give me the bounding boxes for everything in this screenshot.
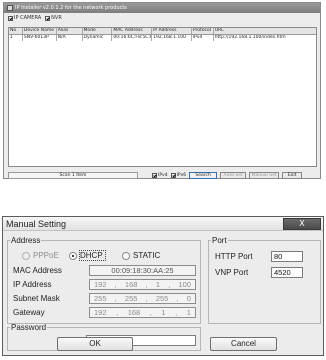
ip-octet-4: 100 [178,280,191,289]
cell-alias: N/A [57,35,83,41]
cell-url: http://192.168.1.100/index.htm [214,35,286,40]
http-port-input[interactable]: 80 [271,251,303,262]
installer-titlebar: IP Installer v2.0.1.2 for the network pr… [4,3,320,13]
ip-version-options: IPv4 IPv6 [152,172,186,178]
checkbox-checked-icon [170,172,176,178]
cancel-button[interactable]: Cancel [210,337,277,351]
gateway-octet-4: 1 [186,308,191,317]
static-label: STATIC [133,251,161,260]
http-port-label: HTTP Port [215,252,253,261]
app-icon [7,5,13,11]
col-protocol[interactable]: Protocol [192,28,214,34]
ok-button[interactable]: OK [57,337,133,351]
col-device-name[interactable]: Device Name [23,28,57,34]
cell-mac-address: 00:16:6C:F8:5C:F7 [113,35,153,41]
dot: , [149,308,152,317]
subnet-mask-field[interactable]: 255, 255, 255, 0 [89,293,196,304]
vnp-port-label: VNP Port [215,268,249,277]
port-group-label: Port [212,236,227,245]
subnet-octet-1: 255 [94,294,107,303]
dot: , [114,294,117,303]
col-url[interactable]: URL [214,28,316,34]
scan-status: Scan 1 Item [8,171,138,179]
mac-address-label: MAC Address [13,266,62,275]
checkbox-checked-icon [45,15,51,21]
gateway-octet-3: 1 [161,308,166,317]
checkbox-checked-icon [152,172,157,178]
auto-set-button[interactable]: Auto Set [220,171,247,179]
col-no[interactable]: No [9,28,23,34]
ip-installer-window: IP Installer v2.0.1.2 for the network pr… [3,2,321,179]
dialog-title: Manual Setting [6,218,67,229]
col-alias[interactable]: Alias [57,28,83,34]
subnet-mask-label: Subnet Mask [13,294,60,303]
cell-protocol: IPv4 [192,35,214,41]
gateway-label: Gateway [13,308,45,317]
dhcp-radio[interactable] [69,252,77,260]
device-table-header: No Device Name Alias Mode MAC Address IP… [9,28,316,35]
exit-button[interactable]: Exit [282,171,303,179]
static-radio[interactable] [122,252,130,260]
dot: , [145,280,148,289]
col-ip-address[interactable]: IP Address [152,28,192,34]
col-mac-address[interactable]: MAC Address [112,28,153,34]
mac-address-field: 00:09:18:30:AA:25 [89,265,196,276]
ip-octet-2: 168 [124,280,138,289]
port-group: Port [208,236,321,324]
gateway-octet-1: 192 [94,308,107,317]
cell-no: 1 [9,35,23,41]
dhcp-label: DHCP [80,251,103,260]
installer-statusbar: Scan 1 Item IPv4 IPv6 Search Auto Set Ma… [8,171,317,179]
cell-device-name: SNV-6013P [23,35,57,41]
installer-title: IP Installer v2.0.1.2 for the network pr… [15,5,127,11]
dialog-titlebar: Manual Setting [3,217,323,231]
manual-set-button[interactable]: Manual Set [249,171,280,179]
dot: , [168,280,171,289]
col-mode[interactable]: Mode [83,28,113,34]
pppoe-label: PPPoE [33,251,59,260]
vnp-port-input[interactable]: 4520 [271,267,303,278]
subnet-octet-2: 255 [124,294,138,303]
close-icon: X [299,219,305,228]
device-table: No Device Name Alias Mode MAC Address IP… [8,27,317,167]
ip-camera-checkbox[interactable]: IP CAMERA [8,15,41,21]
dot: , [116,308,119,317]
dot: , [114,280,117,289]
cell-ip-address: 192.168.1.100 [152,35,192,41]
search-button[interactable]: Search [189,171,218,179]
address-group-label: Address [11,236,41,245]
manual-setting-dialog: Manual Setting X Address PPPoE DHCP STAT… [2,216,324,356]
pppoe-radio[interactable] [22,252,30,260]
table-row[interactable]: 1 SNV-6013P N/A Dynamic 00:16:6C:F8:5C:F… [9,35,316,41]
dot: , [176,294,179,303]
nvr-checkbox[interactable]: NVR [45,15,62,21]
ipv4-checkbox[interactable]: IPv4 [152,172,168,178]
ip-address-field[interactable]: 192, 168, 1, 100 [89,279,196,290]
ip-octet-3: 1 [155,280,161,289]
subnet-octet-3: 255 [155,294,169,303]
dot: , [145,294,148,303]
gateway-field[interactable]: 192, 168, 1, 1 [89,307,196,318]
checkbox-checked-icon [8,15,13,21]
subnet-octet-4: 0 [186,294,191,303]
ip-octet-1: 192 [94,280,107,289]
ip-address-label: IP Address [13,280,52,289]
password-group-label: Password [11,323,47,332]
dot: , [175,308,178,317]
close-button[interactable]: X [283,218,321,230]
gateway-octet-2: 168 [127,308,141,317]
cell-mode: Dynamic [83,35,113,41]
device-type-options: IP CAMERA NVR [4,13,320,23]
ipv6-checkbox[interactable]: IPv6 [170,172,186,178]
